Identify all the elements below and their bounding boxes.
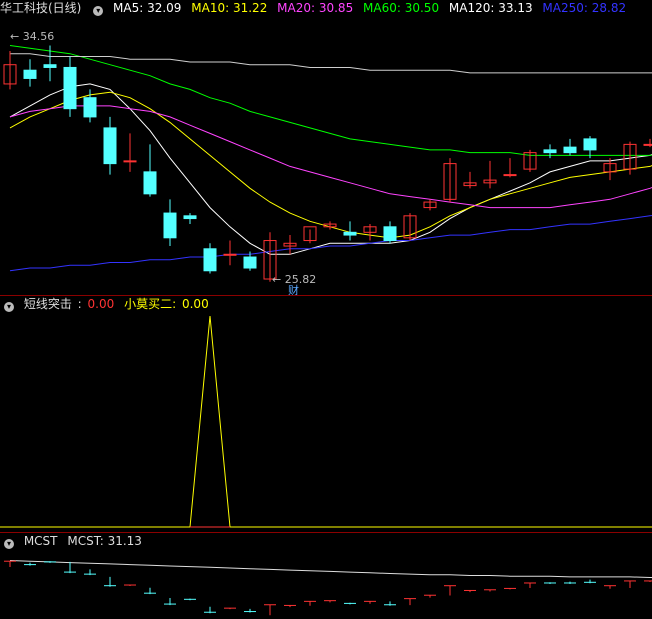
left-arrow-icon: ←: [10, 30, 20, 43]
candle-body: [63, 66, 77, 110]
candle: [563, 138, 577, 156]
candle-body: [123, 160, 137, 163]
ma5-line: [9, 83, 652, 255]
candle: [403, 213, 417, 241]
candle: [283, 235, 297, 255]
candle: [123, 133, 137, 172]
ma10-line: [9, 91, 652, 239]
mcst-panel[interactable]: ▾ MCST MCST: 31.13: [0, 533, 652, 619]
kline-chart[interactable]: [0, 0, 652, 295]
candle: [63, 56, 77, 117]
candle: [3, 50, 17, 90]
finance-badge[interactable]: 财: [288, 282, 299, 295]
candle: [463, 171, 477, 189]
candle-body: [343, 231, 357, 236]
candle: [423, 199, 437, 211]
candle: [103, 116, 117, 175]
candle: [143, 144, 157, 197]
candle-body: [43, 64, 57, 68]
candle-body: [23, 69, 37, 79]
candle-body: [83, 97, 97, 118]
candle: [443, 158, 457, 203]
candle-body: [163, 212, 177, 239]
high-price-label: ← 34.56: [10, 30, 55, 43]
candle-body: [503, 174, 517, 177]
candle: [203, 243, 217, 274]
candle-body: [383, 226, 397, 242]
candle: [383, 221, 397, 244]
candle: [543, 144, 557, 159]
indicator-panel[interactable]: ▾ 短线突击 : 0.00 小莫买二: 0.00: [0, 296, 652, 532]
candle: [183, 213, 197, 225]
mcst-line: [9, 560, 652, 578]
candle: [23, 59, 37, 87]
candle-body: [583, 138, 597, 151]
candle: [603, 158, 617, 181]
candle-body: [243, 256, 257, 269]
candle: [163, 199, 177, 247]
candle: [503, 158, 517, 178]
ma250-line: [9, 215, 652, 272]
candle-body: [643, 143, 652, 146]
candle: [523, 149, 537, 172]
indicator-line: [0, 315, 652, 528]
candle: [303, 226, 317, 244]
mcst-chart[interactable]: [0, 533, 652, 619]
candle-body: [203, 248, 217, 272]
candle: [483, 160, 497, 189]
candle: [363, 224, 377, 241]
candle: [583, 136, 597, 159]
kline-panel[interactable]: 华工科技(日线) ▾ MA5: 32.09 MA10: 31.22 MA20: …: [0, 0, 652, 295]
candle-body: [543, 149, 557, 154]
candle-body: [143, 171, 157, 195]
candle: [223, 240, 237, 266]
left-arrow-icon: ←: [272, 273, 282, 286]
candle: [643, 138, 652, 148]
candle-body: [563, 146, 577, 154]
indicator-chart[interactable]: [0, 296, 652, 532]
candle-body: [223, 253, 237, 256]
candle-body: [183, 215, 197, 220]
candle-body: [103, 127, 117, 165]
